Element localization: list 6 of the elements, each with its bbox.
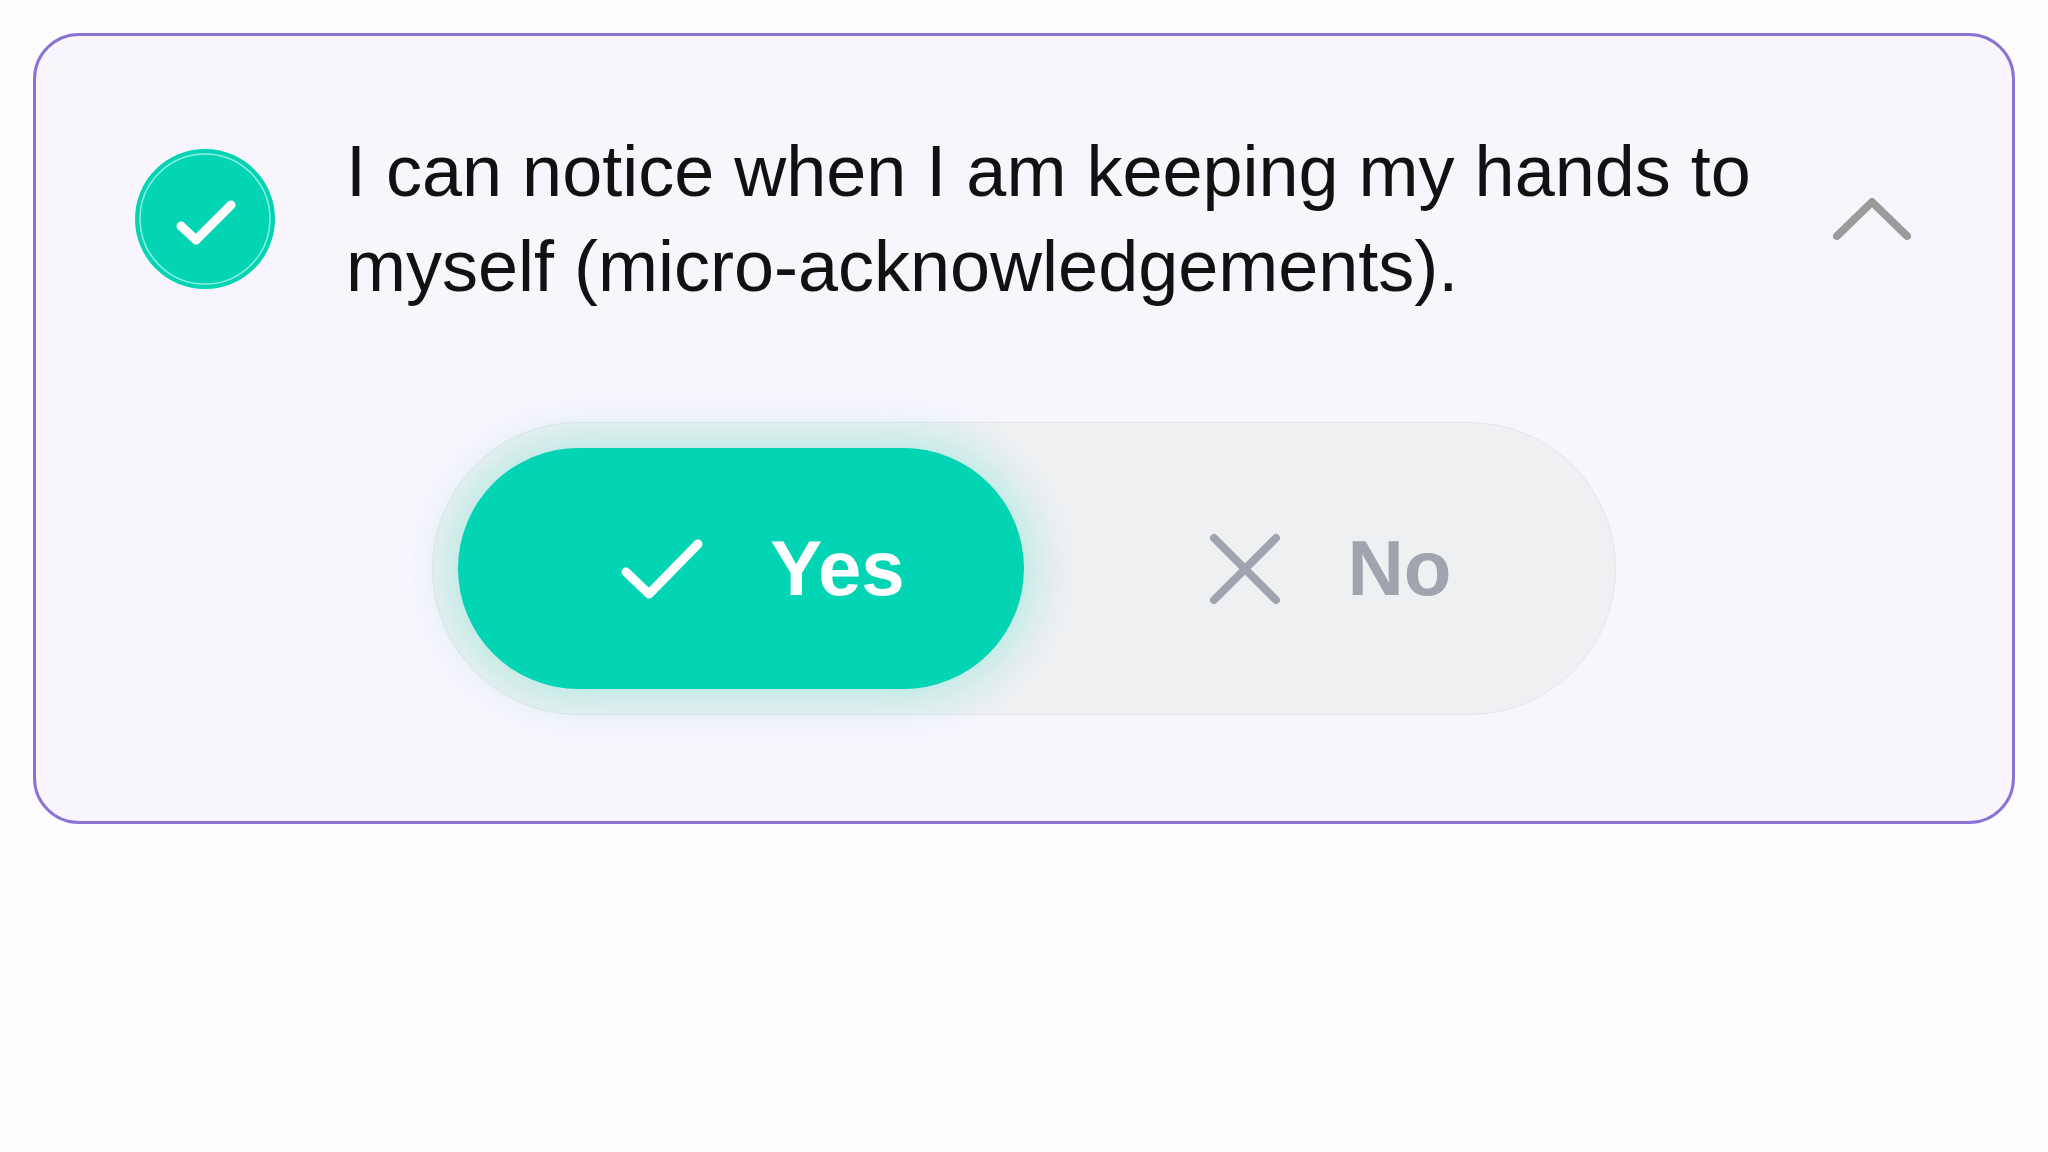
yes-button[interactable]: Yes	[458, 448, 1024, 689]
chevron-up-icon[interactable]	[1832, 197, 1912, 241]
no-button[interactable]: No	[1024, 448, 1590, 689]
close-icon	[1208, 532, 1281, 605]
checkmark-icon	[621, 538, 704, 599]
question-text: I can notice when I am keeping my hands to myself (micro-acknowledgements).	[346, 130, 1752, 308]
